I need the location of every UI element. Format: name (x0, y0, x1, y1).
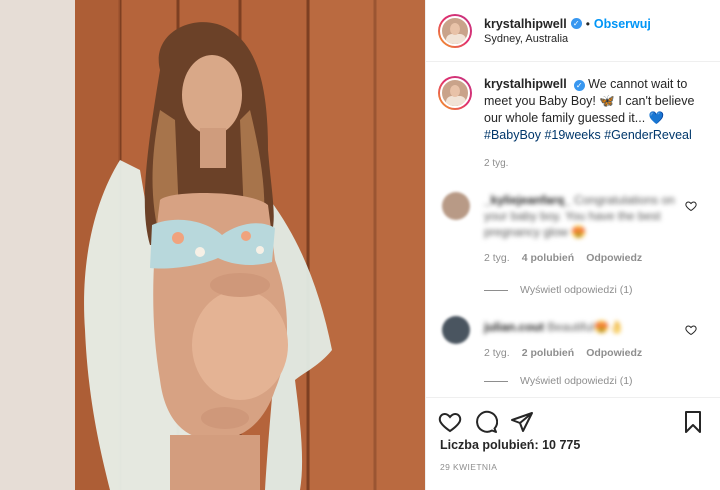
caption-username[interactable]: krystalhipwell (484, 77, 567, 91)
caption-hashtags[interactable]: #BabyBoy #19weeks #GenderReveal (484, 128, 692, 142)
comment-item: julian.cout Beautiful😍👌 2 tyg. 2 polubie… (426, 316, 720, 361)
like-heart-icon[interactable] (438, 410, 462, 434)
comment-time[interactable]: 2 tyg. (484, 345, 510, 361)
view-replies-label[interactable]: Wyświetl odpowiedzi (1) (520, 284, 633, 296)
comment-bubble-icon[interactable] (474, 410, 498, 434)
verified-badge-icon: ✓ (570, 18, 582, 29)
comment-likes[interactable]: 2 polubień (522, 345, 575, 361)
comment-text: Beautiful😍👌 (547, 320, 624, 334)
commenter-avatar[interactable] (442, 192, 470, 220)
verified-badge-icon: ✓ (573, 80, 585, 91)
post-actions: Liczba polubień: 10 775 29 KWIETNIA (426, 397, 720, 490)
like-comment-heart-icon[interactable] (685, 200, 697, 212)
author-username[interactable]: krystalhipwell (484, 17, 567, 31)
instagram-post: krystalhipwell ✓ • Obserwuj Sydney, Aust… (0, 0, 720, 490)
commenter-avatar[interactable] (442, 316, 470, 344)
share-paper-plane-icon[interactable] (510, 410, 534, 434)
reply-button[interactable]: Odpowiedz (586, 345, 642, 361)
view-replies-label[interactable]: Wyświetl odpowiedzi (1) (520, 375, 633, 387)
location-link[interactable]: Sydney, Australia (484, 33, 651, 45)
reply-button[interactable]: Odpowiedz (586, 250, 642, 266)
post-header: krystalhipwell ✓ • Obserwuj Sydney, Aust… (426, 0, 720, 62)
comment-item: _kyliejeanfarq_ Congratulations on your … (426, 192, 720, 266)
save-bookmark-icon[interactable] (681, 410, 705, 434)
like-comment-heart-icon[interactable] (685, 324, 697, 336)
avatar[interactable] (438, 13, 472, 48)
commenter-username[interactable]: julian.cout (484, 320, 544, 334)
post-side-panel: krystalhipwell ✓ • Obserwuj Sydney, Aust… (425, 0, 720, 490)
caption-avatar[interactable] (438, 76, 472, 110)
likes-count[interactable]: Liczba polubień: 10 775 (426, 438, 720, 452)
separator-dot: • (585, 16, 590, 31)
replies-divider (484, 289, 508, 291)
view-replies-button[interactable]: Wyświetl odpowiedzi (1) (484, 284, 633, 296)
comment-time[interactable]: 2 tyg. (484, 250, 510, 266)
comment-likes[interactable]: 4 polubień (522, 250, 575, 266)
view-replies-button[interactable]: Wyświetl odpowiedzi (1) (484, 375, 633, 387)
post-date[interactable]: 29 KWIETNIA (426, 462, 720, 472)
caption-time[interactable]: 2 tyg. (484, 155, 696, 172)
replies-divider (484, 380, 508, 382)
follow-button[interactable]: Obserwuj (594, 17, 651, 31)
commenter-username[interactable]: _kyliejeanfarq_ (484, 193, 571, 207)
post-photo[interactable] (0, 0, 425, 490)
caption: krystalhipwell ✓ We cannot wait to meet y… (426, 62, 720, 172)
post-image (0, 0, 425, 490)
